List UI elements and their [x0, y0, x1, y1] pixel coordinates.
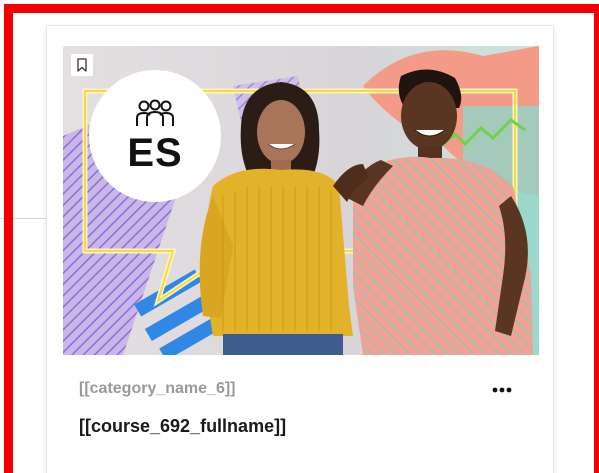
bookmark-button[interactable]	[71, 54, 93, 76]
more-options-button[interactable]	[487, 378, 517, 402]
divider	[0, 218, 48, 219]
course-category: [[category_name_6]]	[79, 380, 236, 397]
course-badge: ES	[89, 70, 221, 202]
course-card[interactable]: ES [[category_name_6]] [[course_692_full…	[46, 25, 554, 473]
page: ES [[category_name_6]] [[course_692_full…	[0, 0, 599, 473]
course-title[interactable]: [[course_692_fullname]]	[79, 416, 286, 437]
course-image[interactable]: ES	[63, 46, 539, 355]
badge-text: ES	[127, 131, 183, 175]
bookmark-icon	[77, 58, 87, 72]
more-options-icon	[492, 387, 512, 393]
group-icon	[136, 99, 174, 126]
